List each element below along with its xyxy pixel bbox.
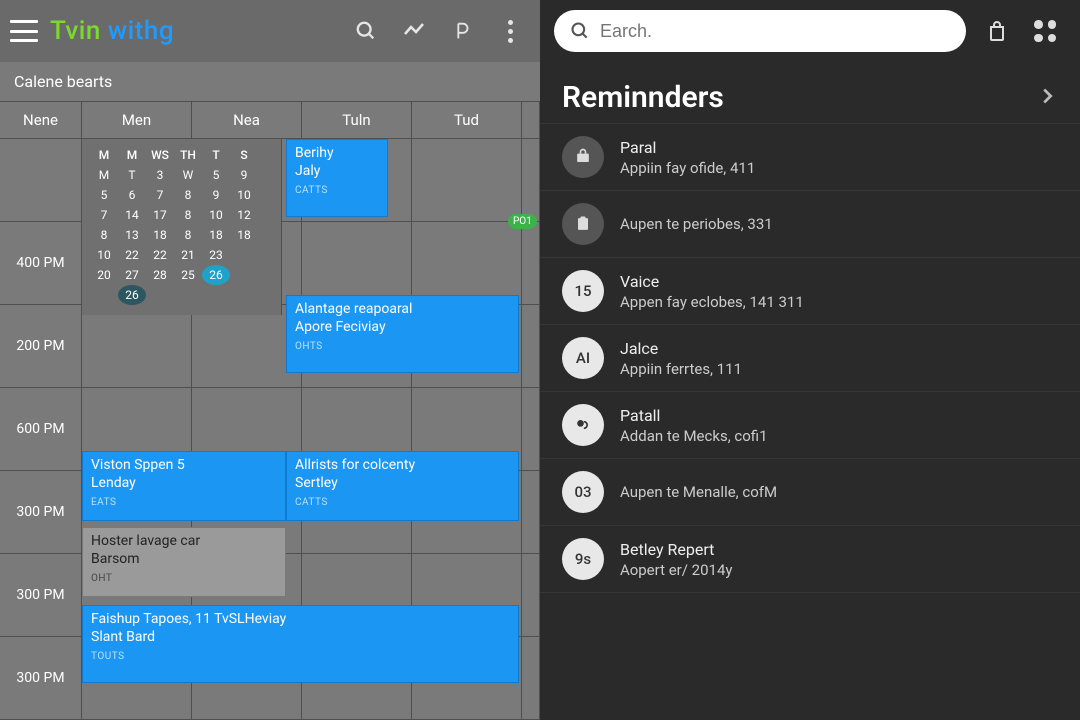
day-col-1[interactable]: Men	[82, 102, 192, 138]
day-col-4[interactable]: Tud	[412, 102, 522, 138]
day-col-2[interactable]: Nea	[192, 102, 302, 138]
event-block[interactable]: Faishup Tapoes, 11 TvSLHeviay Slant Bard…	[82, 605, 519, 683]
more-icon[interactable]	[490, 11, 530, 51]
search-icon	[570, 21, 590, 41]
panel-title: Reminnders	[562, 80, 724, 115]
reminder-sub: Appiin ferrtes, 111	[620, 360, 742, 378]
reminder-sub: Addan te Mecks, cofi1	[620, 427, 768, 445]
right-topbar	[540, 0, 1080, 62]
event-chip[interactable]: PO1	[508, 214, 537, 229]
menu-icon[interactable]	[10, 20, 38, 42]
time-column: 400 PM 200 PM 600 PM 300 PM 300 PM 300 P…	[0, 139, 82, 720]
reminder-title: Jalce	[620, 339, 742, 358]
reminder-sub: Aupen te periobes, 331	[620, 215, 773, 233]
reminders-pane: Reminnders Paral Appiin fay ofide, 411 Au…	[540, 0, 1080, 720]
reminder-title: Paral	[620, 138, 755, 157]
reminders-list: Paral Appiin fay ofide, 411 Aupen te peri…	[540, 123, 1080, 720]
trend-icon[interactable]	[394, 11, 434, 51]
search-field[interactable]	[554, 10, 966, 52]
search-icon[interactable]	[346, 11, 386, 51]
reminder-item[interactable]: 03 Aupen te Menalle, cofM	[540, 459, 1080, 526]
avatar: 9s	[562, 538, 604, 580]
time-label: 300 PM	[0, 554, 82, 637]
reminder-title: Patall	[620, 406, 768, 425]
reminder-item[interactable]: AI Jalce Appiin ferrtes, 111	[540, 325, 1080, 392]
day-header-row: Nene Men Nea Tuln Tud	[0, 101, 540, 139]
calendar-body: 400 PM 200 PM 600 PM 300 PM 300 PM 300 P…	[0, 139, 540, 720]
apps-icon[interactable]	[1028, 14, 1062, 48]
search-input[interactable]	[600, 21, 950, 42]
avatar	[562, 136, 604, 178]
reminder-sub: Appen fay eclobes, 141 311	[620, 293, 804, 311]
event-block[interactable]: Allrists for colcenty Sertley CATTS	[286, 451, 519, 521]
month-mini-calendar[interactable]: MMWSTHTS MT3W59 5678910 7141781012 81318…	[82, 139, 282, 315]
avatar	[562, 203, 604, 245]
avatar: 15	[562, 270, 604, 312]
time-label: 200 PM	[0, 305, 82, 388]
event-block[interactable]: Alantage reapoaral Apore Feciviay OHTS	[286, 295, 519, 373]
time-label: 300 PM	[0, 471, 82, 554]
day-col-5	[522, 102, 540, 138]
reminder-item[interactable]: Aupen te periobes, 331	[540, 191, 1080, 258]
reminder-sub: Aopert er/ 2014y	[620, 561, 732, 579]
time-label: 300 PM	[0, 637, 82, 720]
time-label: 400 PM	[0, 222, 82, 305]
avatar: 03	[562, 471, 604, 513]
avatar: AI	[562, 337, 604, 379]
day-col-3[interactable]: Tuln	[302, 102, 412, 138]
reminder-item[interactable]: 9s Betley Repert Aopert er/ 2014y	[540, 526, 1080, 593]
reminder-sub: Appiin fay ofide, 411	[620, 159, 755, 177]
reminder-title: Betley Repert	[620, 540, 732, 559]
event-block[interactable]: Hoster lavage car Barsom OHT	[82, 527, 286, 597]
reminder-item[interactable]: Paral Appiin fay ofide, 411	[540, 123, 1080, 191]
p-icon[interactable]	[442, 11, 482, 51]
app-title: Tvin withg	[50, 16, 174, 46]
left-topbar: Tvin withg	[0, 0, 540, 62]
event-block[interactable]: Berihy Jaly CATTS	[286, 139, 388, 217]
chevron-right-icon[interactable]	[1036, 85, 1058, 111]
reminders-header: Reminnders	[540, 62, 1080, 123]
time-label: 600 PM	[0, 388, 82, 471]
event-block[interactable]: Viston Sppen 5 Lenday EATS	[82, 451, 286, 521]
calendar-section-label: Calene bearts	[0, 62, 540, 101]
bag-icon[interactable]	[980, 14, 1014, 48]
reminder-item[interactable]: 15 Vaice Appen fay eclobes, 141 311	[540, 258, 1080, 325]
time-label	[0, 139, 82, 222]
day-col-0[interactable]: Nene	[0, 102, 82, 138]
reminder-title: Vaice	[620, 272, 804, 291]
calendar-pane: Tvin withg Calene bearts Nene Men Nea Tu…	[0, 0, 540, 720]
reminder-item[interactable]: Patall Addan te Mecks, cofi1	[540, 392, 1080, 459]
avatar	[562, 404, 604, 446]
reminder-sub: Aupen te Menalle, cofM	[620, 483, 777, 501]
